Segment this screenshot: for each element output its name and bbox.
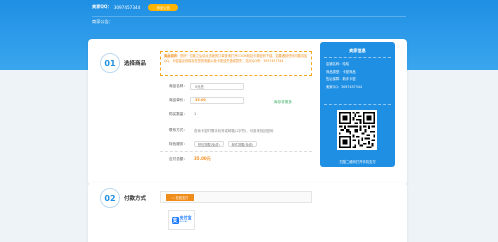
product-select[interactable]: 5元兑 [190,82,244,90]
seller-info-title: 卖家信息 [349,48,366,53]
step-number: 02 [100,188,120,208]
total-value: 35.00元 [194,156,211,161]
seller-info-value: 新手卡密 [342,77,356,81]
seller-info-row: 卖家QQ：3097457344 [326,84,362,92]
seller-info-label: 卖家QQ： [326,84,342,89]
price-value: 35.00 [190,96,244,104]
header-divider [92,16,406,17]
seller-info-value: 3097457344 [341,84,363,89]
alipay-wordmark: 支付宝 ALIPAY [180,216,192,224]
step-number: 01 [100,53,120,73]
quantity-input[interactable]: 1 [190,111,244,118]
seller-info-label: 售后保障： [326,77,343,81]
stock-status: 库存非常多 [274,100,292,104]
seller-info-list: 店铺名称：哈哈 商品类型：卡密商品 售后保障：新手卡密 卖家QQ：3097457… [326,61,362,91]
seller-info-divider [324,57,391,58]
alipay-icon: 支 [171,216,179,224]
contact-label: 联系方式： [169,127,187,132]
notice-button[interactable]: 商品公告 [148,3,179,11]
price-label: 商品单价： [169,97,187,102]
product-label: 商品名称： [169,83,187,88]
alipay-option[interactable]: 支 支付宝 ALIPAY [168,210,195,230]
seller-info-value: 卡密商品 [342,69,356,74]
step-payment-method: 02 付款方式 [100,188,146,208]
seller-info-value: 哈哈 [342,62,350,66]
quantity-label: 购买数量： [169,111,187,116]
order-card: 01 选择商品 商品说明：您好！付款之后请点击我的订单查询打开COOK网站卡券密… [88,39,407,185]
email-reminder-option[interactable]: 邮件提醒(免费) [227,141,258,147]
online-payment-label: 在线支付 [175,196,189,200]
payment-card: 02 付款方式 ▭ 在线支付 支 支付宝 ALIPAY [88,183,407,242]
contact-row: 联系方式： 查询卡密时需手机号或邮箱(1字符)，可用来找回密码 [160,126,273,134]
option-tags: 短信提醒(免费) 邮件提醒(免费) [190,141,258,147]
top-bar: 卖家QQ： 3097457344 商品公告 [92,2,179,12]
online-payment-tab[interactable]: ▭ 在线支付 [166,194,194,201]
card-icon: ▭ [171,195,175,200]
seller-info-label: 店铺名称： [326,62,343,66]
step-title: 选择商品 [124,61,147,67]
seller-qq-label: 卖家QQ： [92,4,112,9]
seller-info-row: 店铺名称：哈哈 [326,61,362,69]
alipay-name-en: ALIPAY [179,221,188,223]
seller-info-row: 商品类型：卡密商品 [326,69,362,77]
seller-info-row: 售后保障：新手卡密 [326,76,362,84]
description-label: 商品说明： [164,54,180,58]
seller-info-divider [324,104,391,105]
payment-tab-bar: ▭ 在线支付 [160,191,312,203]
total-label: 应付总额： [169,156,187,161]
sms-reminder-option[interactable]: 短信提醒(免费) [194,141,224,147]
price-row: 商品单价： 35.00 [160,96,244,104]
product-row: 商品名称： 5元兑 [160,82,244,90]
options-label: 特色服务： [169,141,187,146]
qr-code-icon [339,112,375,148]
quantity-row: 购买数量： 1 [160,110,244,118]
store-notice: 商家公告： [92,19,113,24]
description-text: 您好！付款之后请点击我的订单查询打开COOK网站卡券密码下载，如果遇到任何问题请… [164,54,308,63]
divider [160,151,312,152]
qr-code-image [337,110,377,150]
total-row: 应付总额： 35.00元 [160,155,211,163]
product-description: 商品说明：您好！付款之后请点击我的订单查询打开COOK网站卡券密码下载，如果遇到… [160,51,312,76]
step-title: 付款方式 [124,196,147,202]
contact-input[interactable]: 查询卡密时需手机号或邮箱(1字符)，可用来找回密码 [190,128,273,133]
seller-qq-value: 3097457344 [113,4,141,10]
options-row: 特色服务： 短信提醒(免费) 邮件提醒(免费) [160,140,258,148]
scan-hint: 扫描二维码打开手机支付 [339,160,376,164]
seller-info-panel: 卖家信息 店铺名称：哈哈 商品类型：卡密商品 售后保障：新手卡密 卖家QQ：30… [320,42,395,167]
step-select-product: 01 选择商品 [100,53,146,73]
seller-info-label: 商品类型： [326,69,343,74]
